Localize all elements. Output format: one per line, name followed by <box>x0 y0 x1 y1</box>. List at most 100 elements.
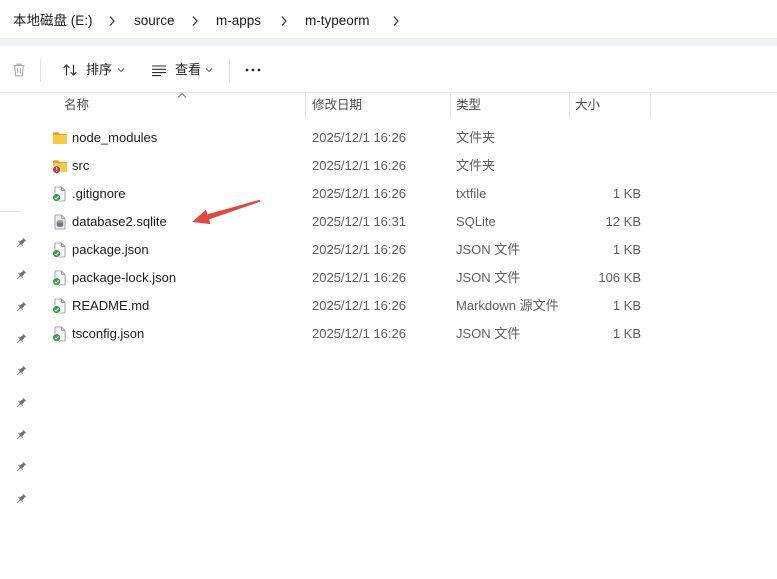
file-row[interactable]: package-lock.json 2025/12/1 16:26 JSON 文… <box>34 264 777 292</box>
nav-pinned-item[interactable] <box>13 427 29 443</box>
column-resize-handle[interactable] <box>569 93 570 118</box>
file-type: JSON 文件 <box>456 242 521 257</box>
file-row[interactable]: .gitignore 2025/12/1 16:26 txtfile 1 KB <box>34 180 777 208</box>
file-modified: 2025/12/1 16:26 <box>312 242 406 257</box>
breadcrumb-item-m-apps[interactable]: m-apps <box>216 11 261 31</box>
column-header: 名称 修改日期 类型 大小 <box>34 92 777 118</box>
file-check-icon <box>52 270 66 286</box>
view-button[interactable]: 查看 <box>143 56 221 84</box>
trash-icon <box>13 63 25 77</box>
chevron-right-icon[interactable] <box>108 15 116 27</box>
nav-pinned-item[interactable] <box>13 267 29 283</box>
chevron-right-icon[interactable] <box>280 15 288 27</box>
file-name: node_modules <box>72 130 158 145</box>
file-type: 文件夹 <box>456 158 496 173</box>
file-name: .gitignore <box>72 186 126 201</box>
file-modified: 2025/12/1 16:26 <box>312 326 406 341</box>
file-type: SQLite <box>456 214 496 229</box>
file-size: 1 KB <box>612 242 641 257</box>
chevron-down-icon <box>205 68 213 73</box>
column-resize-handle[interactable] <box>450 93 451 118</box>
file-size: 1 KB <box>612 298 641 313</box>
file-row[interactable]: README.md 2025/12/1 16:26 Markdown 源文件 1… <box>34 292 777 320</box>
file-row[interactable]: src 2025/12/1 16:26 文件夹 <box>34 152 777 180</box>
file-modified: 2025/12/1 16:26 <box>312 298 406 313</box>
file-type: txtfile <box>456 186 487 201</box>
file-check-icon <box>52 186 66 202</box>
file-modified: 2025/12/1 16:26 <box>312 158 406 173</box>
sort-icon <box>63 64 77 76</box>
file-size: 1 KB <box>612 326 641 341</box>
chevron-right-icon[interactable] <box>191 15 199 27</box>
file-row[interactable]: tsconfig.json 2025/12/1 16:26 JSON 文件 1 … <box>34 320 777 348</box>
nav-pinned-item[interactable] <box>13 491 29 507</box>
file-size: 12 KB <box>605 214 641 229</box>
file-modified: 2025/12/1 16:26 <box>312 130 406 145</box>
pin-icon <box>16 398 26 408</box>
nav-pinned-item[interactable] <box>13 331 29 347</box>
view-label: 查看 <box>175 62 202 77</box>
pin-icon <box>16 238 26 248</box>
pin-icon <box>16 366 26 376</box>
folder-error-icon <box>52 160 67 174</box>
file-name: package.json <box>72 242 149 257</box>
column-header-type[interactable]: 类型 <box>456 93 481 118</box>
column-header-size[interactable]: 大小 <box>575 93 600 118</box>
column-resize-handle[interactable] <box>305 93 306 118</box>
file-type: 文件夹 <box>456 130 496 145</box>
nav-pinned-item[interactable] <box>13 363 29 379</box>
file-type: JSON 文件 <box>456 326 521 341</box>
delete-button[interactable] <box>5 56 33 84</box>
file-modified: 2025/12/1 16:26 <box>312 270 406 285</box>
pin-icon <box>16 494 26 504</box>
file-name: package-lock.json <box>72 270 177 285</box>
file-check-icon <box>52 326 66 342</box>
folder-icon <box>53 132 67 144</box>
breadcrumb-item-drive[interactable]: 本地磁盘 (E:) <box>13 11 93 31</box>
database-file-icon <box>54 214 66 230</box>
file-check-icon <box>52 298 66 314</box>
view-icon <box>151 65 167 77</box>
toolbar-gap <box>0 39 777 46</box>
nav-pinned-item[interactable] <box>13 395 29 411</box>
pin-icon <box>16 462 26 472</box>
breadcrumb-item-m-typeorm[interactable]: m-typeorm <box>305 11 370 31</box>
sort-button[interactable]: 排序 <box>54 56 130 84</box>
file-row[interactable]: package.json 2025/12/1 16:26 JSON 文件 1 K… <box>34 236 777 264</box>
chevron-right-icon[interactable] <box>392 15 400 27</box>
file-check-icon <box>52 242 66 258</box>
file-modified: 2025/12/1 16:26 <box>312 186 406 201</box>
file-name: src <box>72 158 90 173</box>
sort-label: 排序 <box>86 62 113 77</box>
file-row[interactable]: node_modules 2025/12/1 16:26 文件夹 <box>34 124 777 152</box>
more-icon <box>245 68 261 72</box>
column-header-name[interactable]: 名称 <box>64 93 89 118</box>
file-size: 106 KB <box>598 270 641 285</box>
command-bar: 排序 查看 <box>0 46 777 93</box>
nav-pinned-item[interactable] <box>13 299 29 315</box>
column-header-modified[interactable]: 修改日期 <box>312 93 362 118</box>
nav-pinned-item[interactable] <box>13 235 29 251</box>
address-bar[interactable]: 本地磁盘 (E:) source m-apps m-typeorm <box>0 0 777 39</box>
file-name: README.md <box>72 298 150 313</box>
pin-icon <box>16 270 26 280</box>
pin-icon <box>16 430 26 440</box>
nav-pinned-item[interactable] <box>13 459 29 475</box>
toolbar-divider <box>229 58 230 82</box>
pin-icon <box>16 334 26 344</box>
chevron-up-icon <box>177 92 187 98</box>
file-modified: 2025/12/1 16:31 <box>312 214 406 229</box>
breadcrumb-item-source[interactable]: source <box>134 11 175 31</box>
more-options-button[interactable] <box>239 56 267 84</box>
file-name: database2.sqlite <box>72 214 167 229</box>
nav-divider <box>0 211 21 212</box>
file-name: tsconfig.json <box>72 326 145 341</box>
file-list: node_modules 2025/12/1 16:26 文件夹 src 202… <box>34 124 777 348</box>
file-type: JSON 文件 <box>456 270 521 285</box>
chevron-down-icon <box>117 68 125 73</box>
toolbar-divider <box>40 58 41 82</box>
file-size: 1 KB <box>612 186 641 201</box>
file-row[interactable]: database2.sqlite 2025/12/1 16:31 SQLite … <box>34 208 777 236</box>
pin-icon <box>16 302 26 312</box>
column-resize-handle[interactable] <box>650 93 651 118</box>
